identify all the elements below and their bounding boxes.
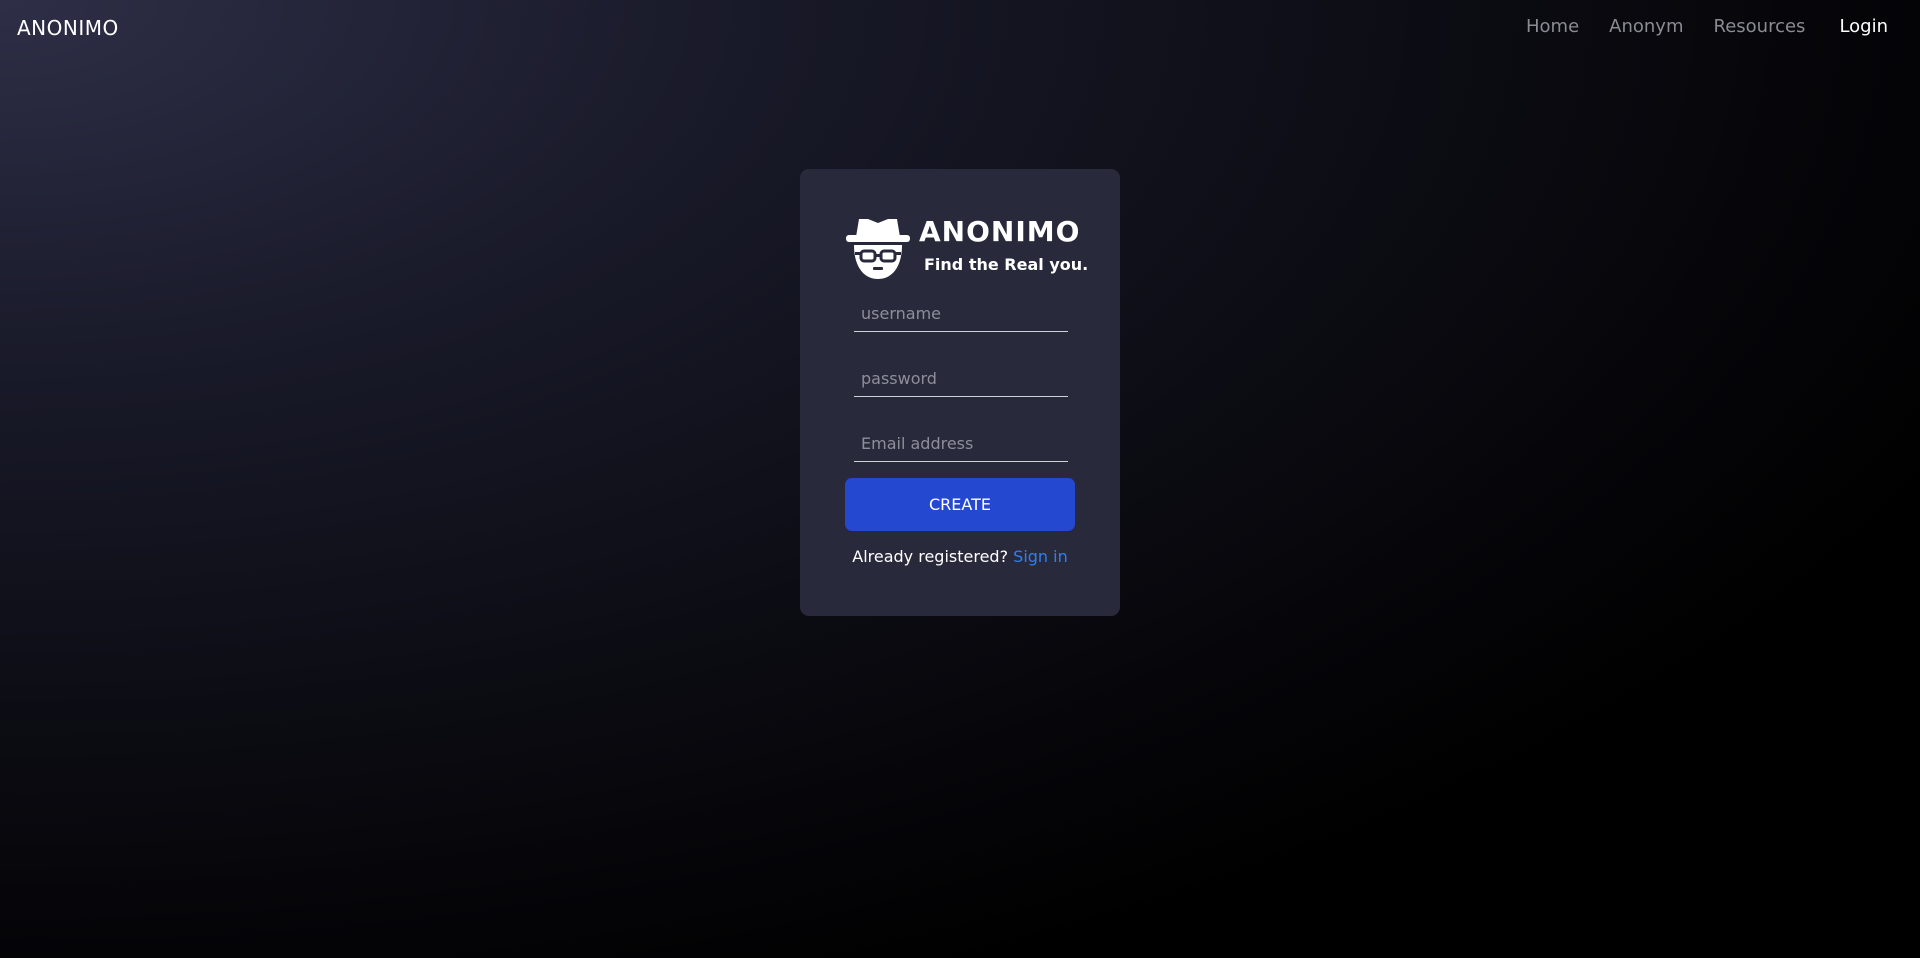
nav-link-home[interactable]: Home bbox=[1526, 16, 1579, 37]
register-card: ANONIMO Find the Real you. CREATE Alread… bbox=[800, 169, 1120, 616]
password-input[interactable] bbox=[854, 361, 1068, 397]
username-input[interactable] bbox=[854, 296, 1068, 332]
nav-links: Home Anonym Resources Login bbox=[1496, 16, 1888, 37]
nav-link-anonym[interactable]: Anonym bbox=[1609, 16, 1683, 37]
create-button[interactable]: CREATE bbox=[845, 478, 1075, 531]
signin-row: Already registered? Sign in bbox=[800, 547, 1120, 566]
logo-name: ANONIMO bbox=[919, 215, 1081, 248]
signin-link[interactable]: Sign in bbox=[1013, 547, 1068, 566]
signin-prompt: Already registered? bbox=[852, 547, 1009, 566]
logo-tagline: Find the Real you. bbox=[924, 255, 1089, 274]
nav-link-login[interactable]: Login bbox=[1839, 16, 1888, 37]
brand-link[interactable]: ANONIMO bbox=[17, 16, 119, 40]
logo: ANONIMO Find the Real you. bbox=[846, 215, 1096, 285]
email-input[interactable] bbox=[854, 426, 1068, 462]
nav-link-resources[interactable]: Resources bbox=[1714, 16, 1806, 37]
incognito-hat-glasses-icon bbox=[846, 219, 910, 279]
navbar: ANONIMO Home Anonym Resources Login bbox=[0, 0, 1920, 56]
